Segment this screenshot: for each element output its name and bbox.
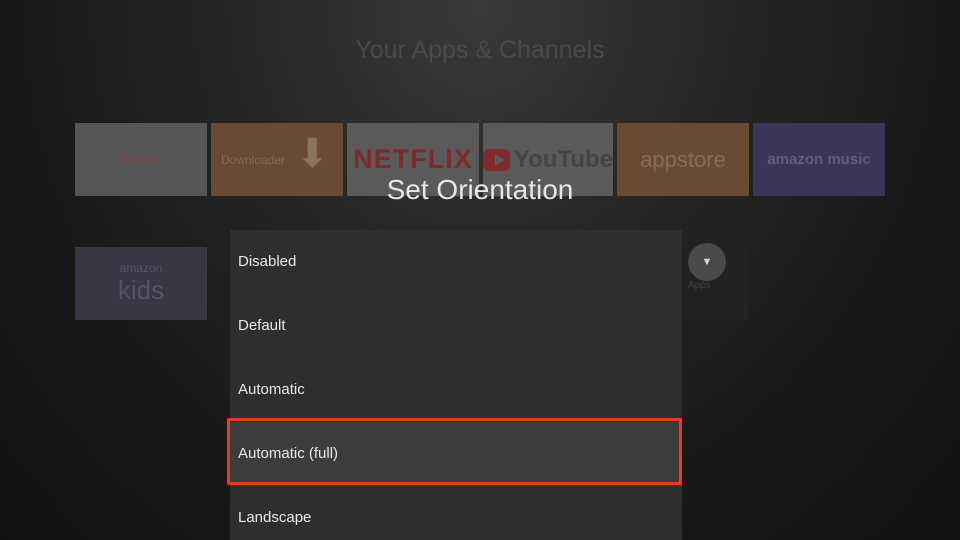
app-tile-amazon-kids[interactable]: amazon kids <box>75 247 207 320</box>
more-apps-caption: Apps <box>688 280 711 291</box>
more-apps-button[interactable]: ▼ <box>688 243 726 281</box>
app-tile-label: YouTube <box>513 145 613 173</box>
fire-tv-screen: Your Apps & Channels hotstar Downloader … <box>0 0 960 540</box>
selection-highlight <box>227 418 682 485</box>
app-tile-label: hotstar <box>121 152 161 167</box>
option-landscape[interactable]: Landscape <box>230 486 682 540</box>
chevron-down-icon: ▼ <box>701 256 713 268</box>
download-arrow-icon: ⬇ <box>295 132 329 176</box>
app-tile-label: kids <box>117 275 165 305</box>
orientation-options-list: Disabled Default Automatic Automatic (fu… <box>230 230 682 540</box>
apps-section-title: Your Apps & Channels <box>355 36 605 64</box>
app-tile-label: Downloader <box>221 152 286 167</box>
option-automatic[interactable]: Automatic <box>230 358 682 422</box>
app-tile-label: amazon <box>119 261 163 275</box>
option-default[interactable]: Default <box>230 294 682 358</box>
app-tile-label: amazon music <box>767 151 871 168</box>
app-tile-label: NETFLIX <box>353 144 473 174</box>
option-disabled[interactable]: Disabled <box>230 230 682 294</box>
dialog-title: Set Orientation <box>386 174 574 205</box>
app-tile-label: appstore <box>640 146 726 172</box>
youtube-play-icon <box>483 148 510 171</box>
